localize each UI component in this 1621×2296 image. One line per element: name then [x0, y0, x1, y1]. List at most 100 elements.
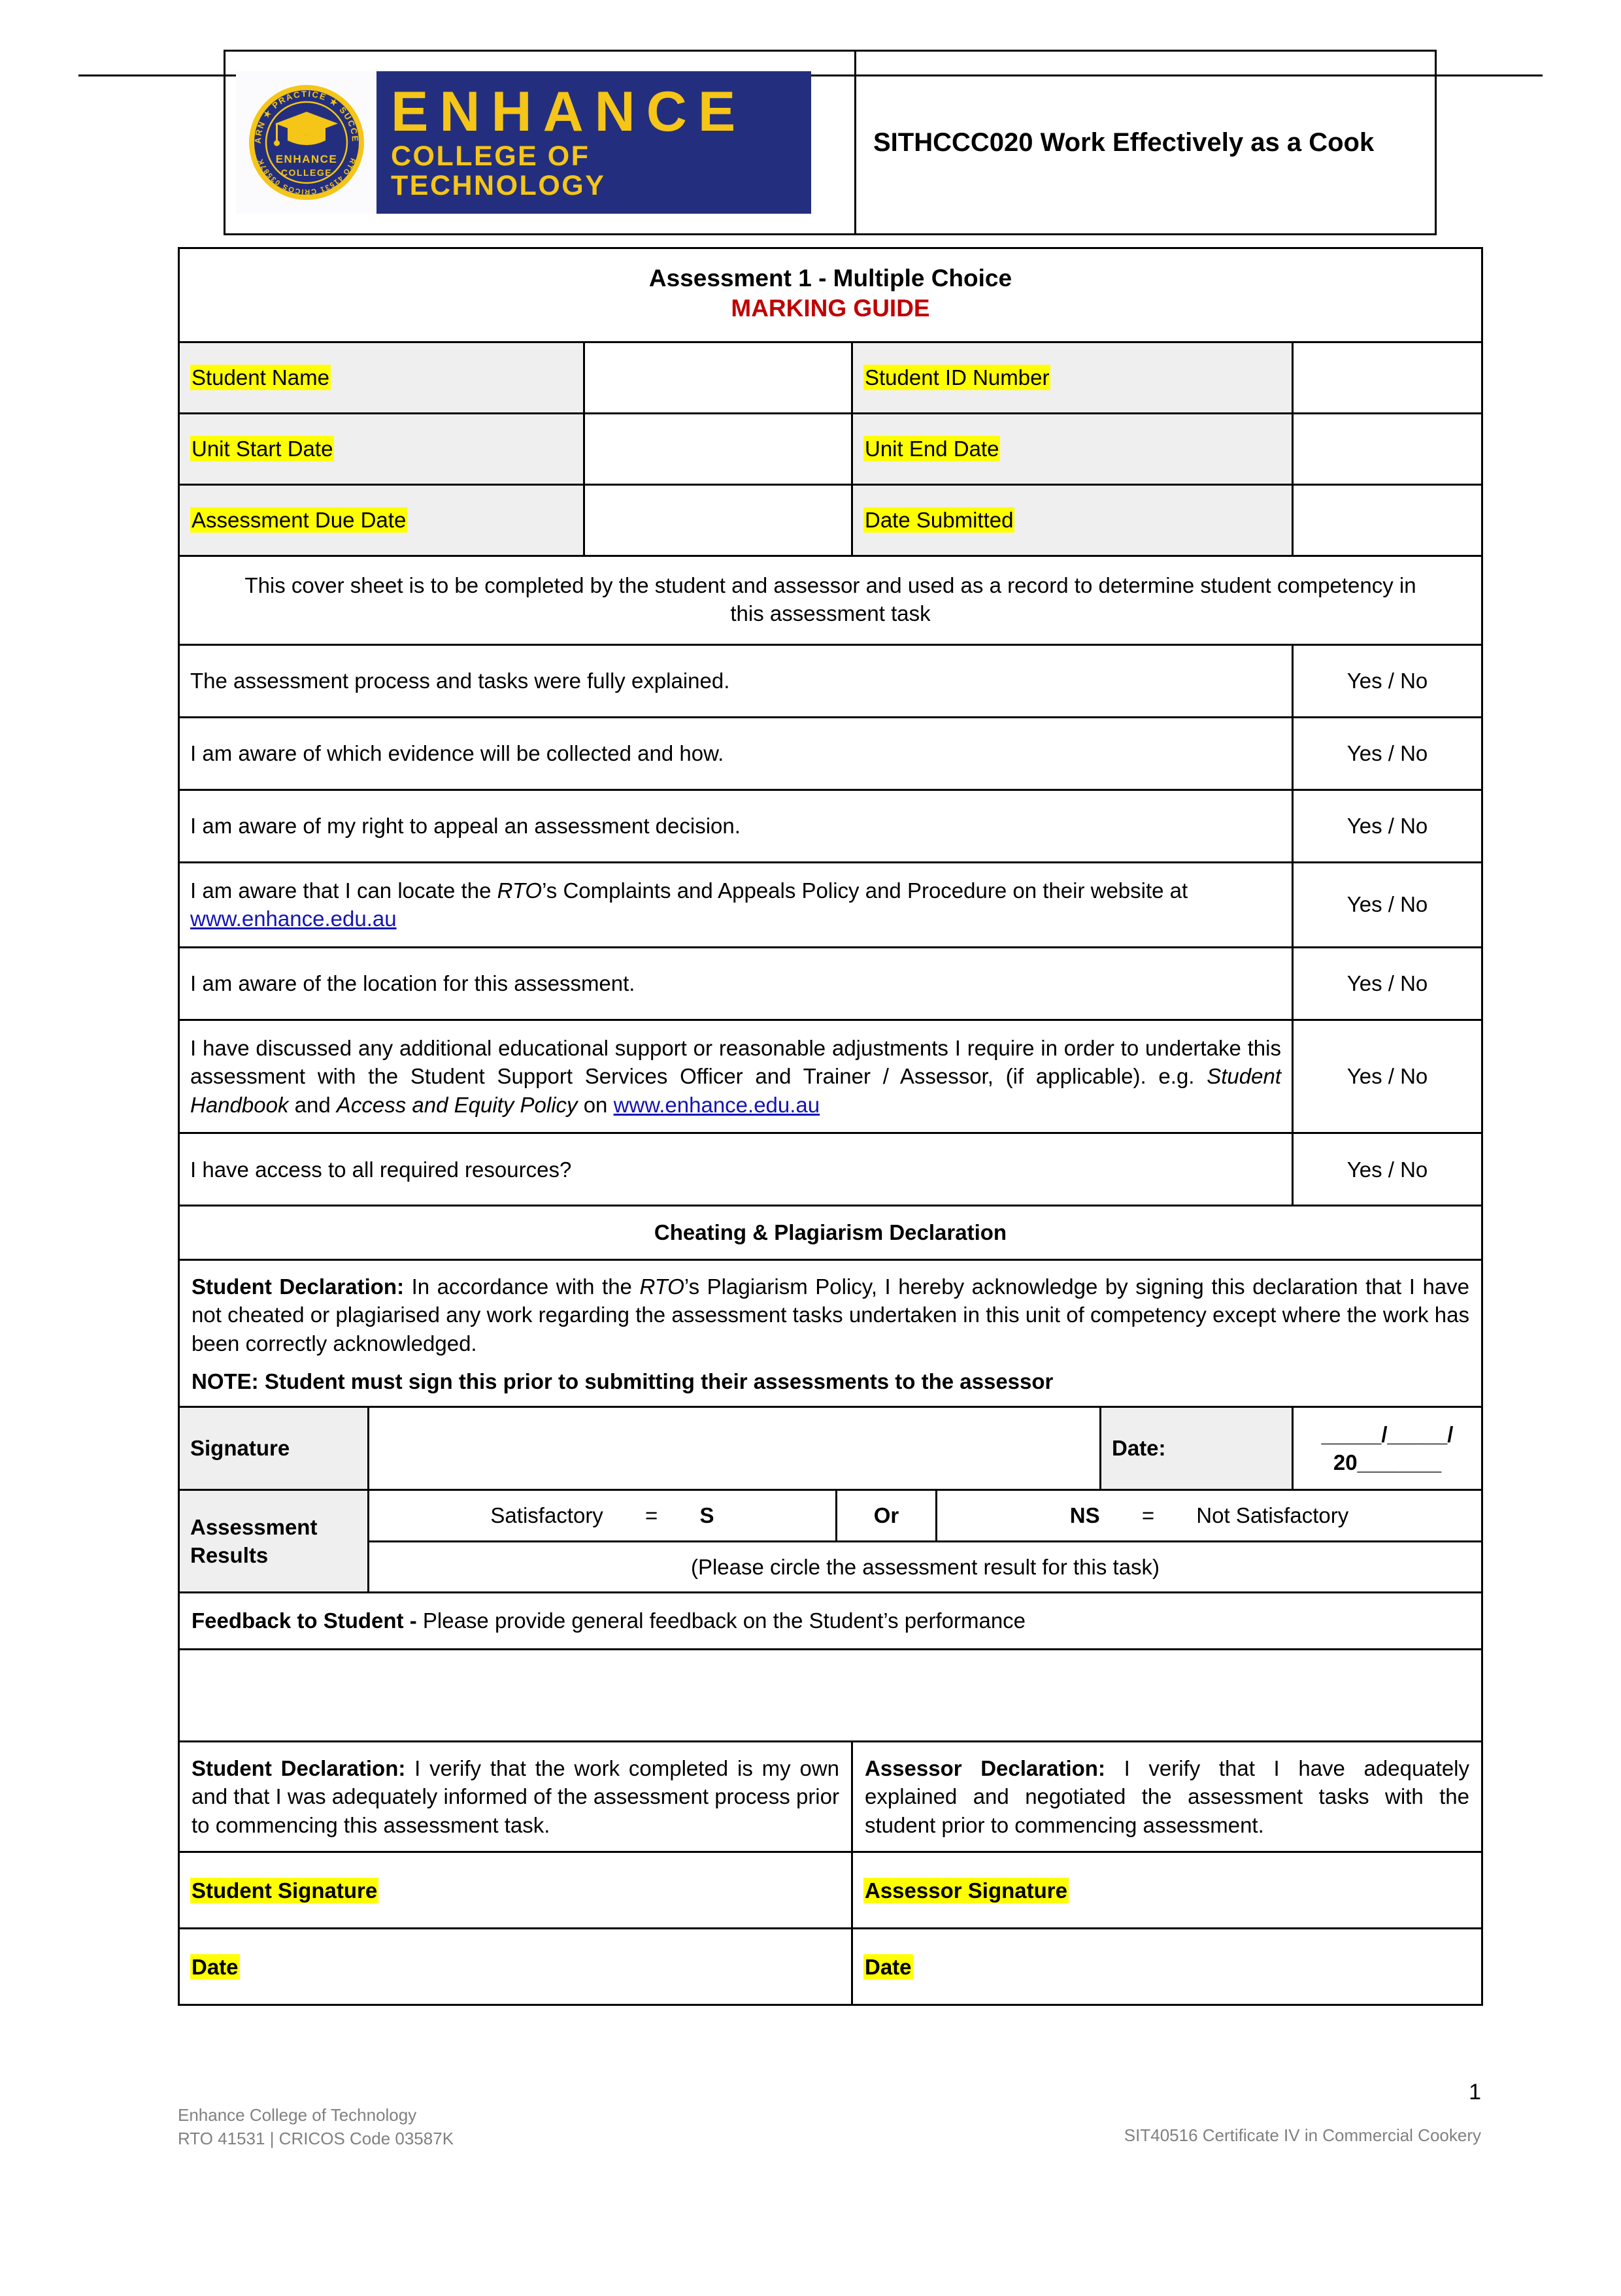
signature-dates-row: Date Date	[178, 1927, 1483, 2006]
yes-no-option[interactable]: Yes / No	[1292, 1132, 1483, 1207]
plagiarism-note: NOTE: Student must sign this prior to su…	[192, 1369, 1054, 1393]
date-input-line[interactable]: _____/_____/ 20_______	[1292, 1406, 1483, 1491]
assessor-date-cell[interactable]: Date	[851, 1927, 1483, 2006]
checklist-row: I have access to all required resources?…	[178, 1132, 1483, 1207]
assessment-title-cell: Assessment 1 - Multiple Choice MARKING G…	[178, 247, 1483, 343]
assessment-due-date-row: Assessment Due Date Date Submitted	[178, 483, 1483, 557]
feedback-input-row	[178, 1648, 1483, 1742]
rto-italic-text: RTO	[639, 1274, 684, 1299]
footer-rto-code: RTO 41531 | CRICOS Code 03587K	[178, 2129, 454, 2149]
yes-no-option[interactable]: Yes / No	[1292, 1018, 1483, 1135]
unit-end-date-label-cell: Unit End Date	[851, 412, 1294, 486]
assessor-date-label: Date	[863, 1954, 913, 1980]
student-name-label-cell: Student Name	[178, 341, 585, 414]
checklist-text-pre: I have discussed any additional educatio…	[190, 1035, 1281, 1089]
student-final-declaration-cell: Student Declaration: I verify that the w…	[178, 1740, 853, 1854]
signature-labels-row: Student Signature Assessor Signature	[178, 1851, 1483, 1930]
yes-no-option[interactable]: Yes / No	[1292, 788, 1483, 863]
enhance-college-logo: LEARN ★ PRACTICE ★ SUCCEED RTO 41531 CRI…	[236, 71, 811, 214]
student-declaration-paragraph: Student Declaration: In accordance with …	[192, 1273, 1469, 1358]
assessor-final-declaration-bold: Assessor Declaration:	[865, 1755, 1105, 1780]
ns-code: NS	[1069, 1503, 1100, 1528]
enhance-website-link[interactable]: www.enhance.edu.au	[614, 1093, 820, 1117]
title-row: Assessment 1 - Multiple Choice MARKING G…	[178, 247, 1483, 343]
page-title: Assessment 1 - Multiple Choice	[648, 265, 1012, 291]
yes-no-option[interactable]: Yes / No	[1292, 946, 1483, 1021]
signature-input[interactable]	[367, 1406, 1101, 1491]
yes-no-option[interactable]: Yes / No	[1292, 716, 1483, 791]
graduation-cap-seal-icon: LEARN ★ PRACTICE ★ SUCCEED RTO 41531 CRI…	[241, 73, 369, 205]
s-code: S	[699, 1503, 714, 1528]
equals-sign-2: =	[1141, 1503, 1155, 1528]
document-header-table: LEARN ★ PRACTICE ★ SUCCEED RTO 41531 CRI…	[224, 50, 1437, 235]
student-id-input[interactable]	[1292, 341, 1483, 414]
student-id-label: Student ID Number	[863, 364, 1051, 390]
rto-italic-text: RTO	[497, 878, 543, 903]
or-divider-label: Or	[835, 1491, 937, 1542]
assessment-due-date-label: Assessment Due Date	[190, 507, 408, 533]
checklist-item-label: I have discussed any additional educatio…	[178, 1018, 1294, 1135]
coversheet-note: This cover sheet is to be completed by t…	[178, 554, 1483, 646]
access-equity-policy-italic-text: Access and Equity Policy	[336, 1092, 578, 1117]
final-declarations-row: Student Declaration: I verify that the w…	[178, 1740, 1483, 1854]
signature-row: Signature Date: _____/_____/ 20_______	[178, 1406, 1483, 1491]
checklist-row: I have discussed any additional educatio…	[178, 1018, 1483, 1135]
unit-start-date-row: Unit Start Date Unit End Date	[178, 412, 1483, 486]
assessor-signature-label: Assessor Signature	[863, 1877, 1069, 1903]
unit-end-date-label: Unit End Date	[863, 435, 1001, 461]
unit-start-date-label: Unit Start Date	[190, 435, 335, 461]
feedback-label-rest: Please provide general feedback on the S…	[422, 1608, 1026, 1633]
document-footer: 1 Enhance College of Technology RTO 4153…	[178, 2080, 1481, 2151]
results-options-row: Satisfactory = S Or NS = Not Satisfactor…	[369, 1491, 1481, 1542]
checklist-item-label: I am aware of which evidence will be col…	[178, 716, 1294, 791]
assessment-due-date-label-cell: Assessment Due Date	[178, 483, 585, 557]
yes-no-option[interactable]: Yes / No	[1292, 861, 1483, 948]
satisfactory-option[interactable]: Satisfactory = S	[369, 1491, 837, 1542]
student-date-cell[interactable]: Date	[178, 1927, 853, 2006]
footer-qualification: SIT40516 Certificate IV in Commercial Co…	[1124, 2125, 1481, 2145]
enhance-website-link[interactable]: www.enhance.edu.au	[190, 907, 397, 931]
checklist-text-mid: and	[288, 1092, 337, 1117]
checklist-item-label: I am aware of my right to appeal an asse…	[178, 788, 1294, 863]
student-date-label: Date	[190, 1954, 240, 1980]
unit-end-date-input[interactable]	[1292, 412, 1483, 486]
checklist-row: I am aware that I can locate the RTO’s C…	[178, 861, 1483, 948]
student-name-input[interactable]	[583, 341, 853, 414]
header-unit-title-cell: SITHCCC020 Work Effectively as a Cook	[854, 50, 1437, 235]
logo-badge-container: LEARN ★ PRACTICE ★ SUCCEED RTO 41531 CRI…	[236, 71, 376, 214]
header-logo-cell: LEARN ★ PRACTICE ★ SUCCEED RTO 41531 CRI…	[224, 50, 856, 235]
checklist-item-label: I have access to all required resources?	[178, 1132, 1294, 1207]
feedback-label-bold: Feedback to Student -	[192, 1608, 423, 1633]
svg-text:ENHANCE: ENHANCE	[275, 153, 337, 165]
signature-label: Signature	[178, 1406, 369, 1491]
checklist-text-pre: I am aware that I can locate the	[190, 878, 497, 903]
results-instruction-row: (Please circle the assessment result for…	[369, 1541, 1481, 1591]
checklist-row: I am aware of which evidence will be col…	[178, 716, 1483, 791]
not-satisfactory-option[interactable]: NS = Not Satisfactory	[936, 1491, 1481, 1542]
student-signature-label: Student Signature	[190, 1877, 379, 1903]
footer-row: Enhance College of Technology RTO 41531 …	[178, 2103, 1481, 2151]
circle-result-instruction: (Please circle the assessment result for…	[690, 1554, 1160, 1579]
student-declaration-pre: In accordance with the	[404, 1274, 640, 1299]
checklist-row: I am aware of my right to appeal an asse…	[178, 788, 1483, 863]
checklist-text-mid: ’s Complaints and Appeals Policy and Pro…	[542, 878, 1188, 903]
assessment-results-row: Assessment Results Satisfactory = S Or N…	[178, 1489, 1483, 1594]
unit-start-date-input[interactable]	[583, 412, 853, 486]
date-submitted-input[interactable]	[1292, 483, 1483, 557]
plagiarism-declaration-cell: Student Declaration: In accordance with …	[178, 1258, 1483, 1408]
date-label: Date:	[1099, 1406, 1294, 1491]
feedback-input[interactable]	[178, 1648, 1483, 1742]
checklist-item-label: I am aware of the location for this asse…	[178, 946, 1294, 1021]
feedback-heading-cell: Feedback to Student - Please provide gen…	[178, 1591, 1483, 1650]
plagiarism-heading-row: Cheating & Plagiarism Declaration	[178, 1205, 1483, 1261]
date-submitted-label: Date Submitted	[863, 507, 1015, 533]
student-name-label: Student Name	[190, 364, 331, 390]
student-signature-cell[interactable]: Student Signature	[178, 1851, 853, 1930]
plagiarism-declaration-row: Student Declaration: In accordance with …	[178, 1258, 1483, 1408]
yes-no-option[interactable]: Yes / No	[1292, 643, 1483, 718]
checklist-row: I am aware of the location for this asse…	[178, 946, 1483, 1021]
assessment-due-date-input[interactable]	[583, 483, 853, 557]
satisfactory-word: Satisfactory	[490, 1503, 603, 1528]
document-page: LEARN ★ PRACTICE ★ SUCCEED RTO 41531 CRI…	[0, 0, 1621, 2296]
assessor-signature-cell[interactable]: Assessor Signature	[851, 1851, 1483, 1930]
